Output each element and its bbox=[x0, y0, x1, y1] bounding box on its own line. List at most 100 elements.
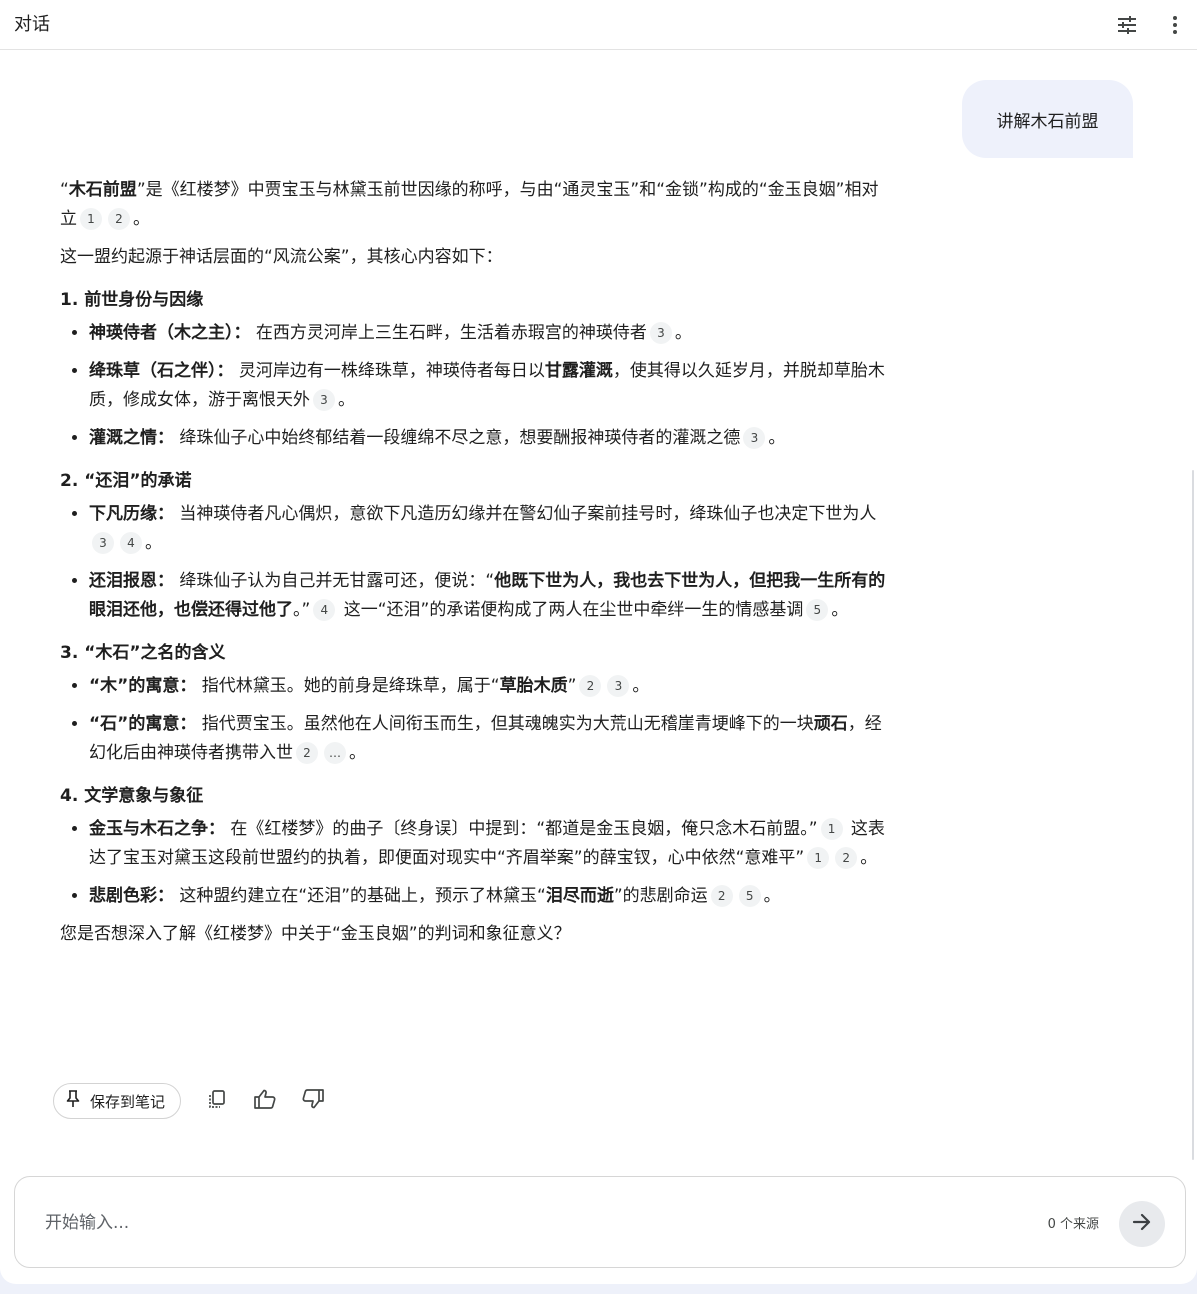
section-list: “木”的寓意： 指代林黛玉。她的前身是绛珠草，属于“草胎木质”23。 “石”的寓… bbox=[60, 672, 888, 768]
item-end: 。 bbox=[338, 390, 355, 410]
page-title: 对话 bbox=[14, 14, 50, 35]
item-end: 。 bbox=[831, 600, 849, 620]
section-heading: 1. 前世身份与因缘 bbox=[60, 290, 204, 310]
list-item: “木”的寓意： 指代林黛玉。她的前身是绛珠草，属于“草胎木质”23。 bbox=[89, 672, 888, 701]
citation-chip[interactable]: 3 bbox=[313, 389, 335, 411]
pin-icon bbox=[66, 1090, 80, 1112]
list-item: “石”的寓意： 指代贾宝玉。虽然他在人间衔玉而生，但其魂魄实为大荒山无稽崖青埂峰… bbox=[89, 710, 888, 768]
citation-chip[interactable]: 3 bbox=[92, 532, 114, 554]
chat-panel: 对话 讲解木石前盟 “木石前盟”是《红楼梦》中贾宝玉与林黛玉前世因缘的称呼，与由… bbox=[0, 0, 1197, 1284]
intro-bold: 木石前盟 bbox=[68, 180, 137, 200]
item-text: 在《红楼梦》的曲子〔终身误〕中提到：“都道是金玉良姻，俺只念木石前盟。” bbox=[225, 819, 818, 839]
item-label: 还泪报恩： bbox=[89, 571, 174, 591]
item-text: ” bbox=[567, 676, 577, 696]
list-item: 金玉与木石之争： 在《红楼梦》的曲子〔终身误〕中提到：“都道是金玉良姻，俺只念木… bbox=[89, 815, 888, 873]
item-text: 指代林黛玉。她的前身是绛珠草，属于“ bbox=[196, 676, 500, 696]
save-to-notes-button[interactable]: 保存到笔记 bbox=[53, 1083, 182, 1119]
citation-chip[interactable]: 3 bbox=[607, 675, 630, 697]
intro-text: ”是《红楼梦》中贾宝玉与林黛玉前世因缘的称呼，与由“通灵宝玉”和“金锁”构成的“… bbox=[60, 180, 879, 229]
citation-chip[interactable]: 1 bbox=[80, 208, 102, 230]
list-item: 下凡历缘： 当神瑛侍者凡心偶炽，意欲下凡造历幻缘并在警幻仙子案前挂号时，绛珠仙子… bbox=[89, 500, 888, 558]
list-item: 悲剧色彩： 这种盟约建立在“还泪”的基础上，预示了林黛玉“泪尽而逝”的悲剧命运2… bbox=[89, 882, 888, 911]
item-end: 。 bbox=[632, 676, 650, 696]
citation-chip[interactable]: 2 bbox=[710, 885, 733, 907]
item-bold: 甘露灌溉 bbox=[544, 361, 613, 381]
item-label: 灌溉之情： bbox=[89, 428, 174, 448]
item-text: 当神瑛侍者凡心偶炽，意欲下凡造历幻缘并在警幻仙子案前挂号时，绛珠仙子也决定下世为… bbox=[174, 504, 877, 524]
citation-chip[interactable]: 2 bbox=[835, 847, 858, 869]
more-vert-icon bbox=[1172, 15, 1178, 35]
item-text: 。” bbox=[293, 600, 311, 620]
section-list: 金玉与木石之争： 在《红楼梦》的曲子〔终身误〕中提到：“都道是金玉良姻，俺只念木… bbox=[60, 815, 888, 911]
item-bold: 草胎木质 bbox=[499, 676, 568, 696]
scrollbar[interactable] bbox=[1192, 470, 1194, 1160]
item-bold: 顽石 bbox=[813, 714, 848, 734]
source-count: 0 个来源 bbox=[1047, 1217, 1099, 1232]
tune-button[interactable] bbox=[1110, 8, 1144, 42]
message-composer: 0 个来源 bbox=[14, 1176, 1186, 1268]
intro-quote: “ bbox=[60, 180, 69, 200]
answer-paragraph: 这一盟约起源于神话层面的“风流公案”，其核心内容如下： bbox=[60, 247, 503, 267]
tune-icon bbox=[1117, 15, 1137, 35]
list-item: 还泪报恩： 绛珠仙子认为自己并无甘露可还，便说：“他既下世为人，我也去下世为人，… bbox=[89, 567, 888, 625]
item-text: 在西方灵河岸上三生石畔，生活着赤瑕宫的神瑛侍者 bbox=[250, 323, 647, 343]
save-to-notes-label: 保存到笔记 bbox=[90, 1092, 166, 1111]
user-message-bubble: 讲解木石前盟 bbox=[962, 80, 1133, 158]
item-end: 。 bbox=[768, 428, 786, 448]
section-list: 神瑛侍者（木之主）： 在西方灵河岸上三生石畔，生活着赤瑕宫的神瑛侍者3。 绛珠草… bbox=[60, 319, 888, 453]
send-button[interactable] bbox=[1119, 1201, 1165, 1247]
citation-chip[interactable]: 1 bbox=[820, 818, 843, 840]
item-bold: 泪尽而逝 bbox=[545, 886, 614, 906]
more-options-button[interactable] bbox=[1158, 8, 1192, 42]
citation-chip[interactable]: 2 bbox=[296, 742, 318, 764]
item-label: “木”的寓意： bbox=[89, 676, 197, 696]
item-end: 。 bbox=[860, 848, 878, 868]
citation-chip[interactable]: 3 bbox=[743, 427, 766, 449]
item-end: 。 bbox=[145, 533, 162, 553]
item-label: 绛珠草（石之伴）： bbox=[89, 361, 234, 381]
item-end: 。 bbox=[763, 886, 781, 906]
copy-button[interactable] bbox=[199, 1083, 235, 1119]
thumb-up-icon bbox=[254, 1089, 276, 1113]
list-item: 灌溉之情： 绛珠仙子心中始终郁结着一段缠绵不尽之意，想要酬报神瑛侍者的灌溉之德3… bbox=[89, 424, 888, 453]
item-label: 下凡历缘： bbox=[89, 504, 174, 524]
section-heading: 2. “还泪”的承诺 bbox=[60, 471, 192, 491]
intro-end: 。 bbox=[133, 209, 150, 229]
list-item: 神瑛侍者（木之主）： 在西方灵河岸上三生石畔，生活着赤瑕宫的神瑛侍者3。 bbox=[89, 319, 888, 348]
item-text: 这一“还泪”的承诺便构成了两人在尘世中牵绊一生的情感基调 bbox=[338, 600, 804, 620]
item-label: 悲剧色彩： bbox=[89, 886, 174, 906]
user-message-text: 讲解木石前盟 bbox=[996, 111, 1099, 132]
item-text: 绛珠仙子认为自己并无甘露可还，便说：“ bbox=[174, 571, 495, 591]
item-text: 指代贾宝玉。虽然他在人间衔玉而生，但其魂魄实为大荒山无稽崖青埂峰下的一块 bbox=[196, 714, 814, 734]
item-end: 。 bbox=[349, 743, 366, 763]
answer-closing: 您是否想深入了解《红楼梦》中关于“金玉良姻”的判词和象征意义？ bbox=[60, 924, 571, 944]
item-label: 金玉与木石之争： bbox=[89, 819, 225, 839]
citation-chip[interactable]: 5 bbox=[806, 599, 829, 621]
thumb-down-button[interactable] bbox=[295, 1083, 331, 1119]
citation-more-chip[interactable]: … bbox=[324, 742, 346, 764]
thumb-up-button[interactable] bbox=[247, 1083, 283, 1119]
assistant-answer: “木石前盟”是《红楼梦》中贾宝玉与林黛玉前世因缘的称呼，与由“通灵宝玉”和“金锁… bbox=[60, 176, 888, 958]
arrow-forward-icon bbox=[1131, 1211, 1153, 1237]
section-list: 下凡历缘： 当神瑛侍者凡心偶炽，意欲下凡造历幻缘并在警幻仙子案前挂号时，绛珠仙子… bbox=[60, 500, 888, 625]
thumb-down-icon bbox=[302, 1089, 324, 1113]
item-text: 这种盟约建立在“还泪”的基础上，预示了林黛玉“ bbox=[174, 886, 546, 906]
item-end: 。 bbox=[674, 323, 692, 343]
item-text: 绛珠仙子心中始终郁结着一段缠绵不尽之意，想要酬报神瑛侍者的灌溉之德 bbox=[174, 428, 741, 448]
citation-chip[interactable]: 2 bbox=[108, 208, 130, 230]
answer-intro: “木石前盟”是《红楼梦》中贾宝玉与林黛玉前世因缘的称呼，与由“通灵宝玉”和“金锁… bbox=[60, 176, 888, 234]
message-input[interactable] bbox=[43, 1207, 947, 1239]
answer-actions: 保存到笔记 bbox=[53, 1082, 331, 1120]
citation-chip[interactable]: 1 bbox=[807, 847, 830, 869]
citation-chip[interactable]: 4 bbox=[120, 532, 142, 554]
citation-chip[interactable]: 5 bbox=[738, 885, 761, 907]
chat-header: 对话 bbox=[0, 0, 1197, 50]
citation-chip[interactable]: 2 bbox=[579, 675, 602, 697]
copy-icon bbox=[207, 1089, 227, 1113]
citation-chip[interactable]: 3 bbox=[649, 322, 672, 344]
item-text: ”的悲剧命运 bbox=[613, 886, 708, 906]
list-item: 绛珠草（石之伴）： 灵河岸边有一株绛珠草，神瑛侍者每日以甘露灌溉，使其得以久延岁… bbox=[89, 357, 888, 415]
section-heading: 4. 文学意象与象征 bbox=[60, 786, 204, 806]
item-text: 灵河岸边有一株绛珠草，神瑛侍者每日以 bbox=[233, 361, 545, 381]
citation-chip[interactable]: 4 bbox=[313, 599, 336, 621]
